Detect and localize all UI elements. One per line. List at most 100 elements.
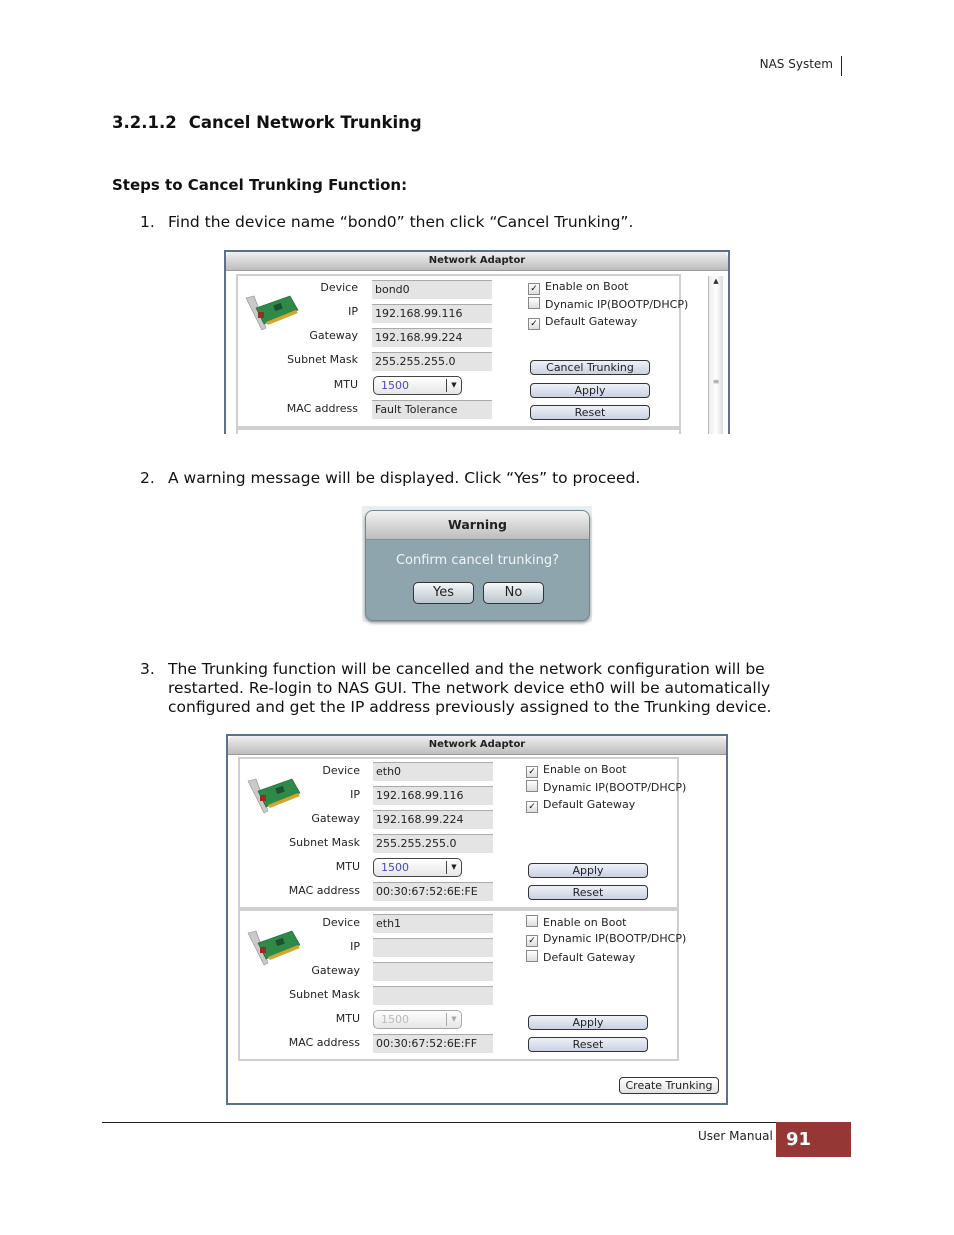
checkbox-unchecked-icon <box>526 780 538 792</box>
section-title: Cancel Network Trunking <box>188 113 422 132</box>
chevron-down-icon: ▼ <box>446 861 461 874</box>
default-gateway-checkbox[interactable]: ✓ Default Gateway <box>528 315 637 330</box>
ip-field[interactable] <box>373 938 493 957</box>
checkbox-checked-icon: ✓ <box>526 766 538 778</box>
header-product-name: NAS System <box>760 56 842 76</box>
apply-button[interactable]: Apply <box>530 383 650 398</box>
mtu-label: MTU <box>335 860 360 873</box>
checkbox-checked-icon: ✓ <box>528 318 540 330</box>
step-3: 3. The Trunking function will be cancell… <box>140 660 808 717</box>
mac-field[interactable]: Fault Tolerance <box>372 400 492 419</box>
enable-on-boot-checkbox[interactable]: ✓ Enable on Boot <box>528 280 628 295</box>
steps-heading: Steps to Cancel Trunking Function: <box>112 176 408 194</box>
step-text: The Trunking function will be cancelled … <box>168 660 772 716</box>
no-button[interactable]: No <box>483 582 544 604</box>
apply-button[interactable]: Apply <box>528 863 648 878</box>
step-2: 2. A warning message will be displayed. … <box>140 469 808 488</box>
step-number: 3. <box>140 660 155 678</box>
ip-field[interactable]: 192.168.99.116 <box>373 786 493 805</box>
step-number: 2. <box>140 469 155 487</box>
checkbox-checked-icon: ✓ <box>526 935 538 947</box>
device-field[interactable]: eth1 <box>373 914 493 933</box>
device-label: Device <box>320 281 358 294</box>
device-label: Device <box>322 764 360 777</box>
gateway-field[interactable]: 192.168.99.224 <box>372 328 492 347</box>
reset-button[interactable]: Reset <box>528 1037 648 1052</box>
footer-divider <box>102 1122 851 1123</box>
warning-title: Warning <box>366 511 589 540</box>
adapter-panel-eth1: Device eth1 IP Gateway Subnet Mask MTU 1… <box>238 909 686 1061</box>
step-1: 1. Find the device name “bond0” then cli… <box>140 213 808 232</box>
gateway-label: Gateway <box>311 964 360 977</box>
mac-label: MAC address <box>288 1036 360 1049</box>
step-text: Find the device name “bond0” then click … <box>168 213 634 231</box>
cancel-trunking-button[interactable]: Cancel Trunking <box>530 360 650 375</box>
yes-button[interactable]: Yes <box>413 582 474 604</box>
footer-label: User Manual <box>698 1129 773 1143</box>
mac-field[interactable]: 00:30:67:52:6E:FE <box>373 882 493 901</box>
chevron-down-icon: ▼ <box>446 379 461 392</box>
create-trunking-button[interactable]: Create Trunking <box>619 1077 719 1094</box>
adapter-panel-next <box>236 428 681 434</box>
reset-button[interactable]: Reset <box>528 885 648 900</box>
enable-on-boot-checkbox[interactable]: Enable on Boot <box>526 915 626 929</box>
device-label: Device <box>322 916 360 929</box>
subnet-field[interactable]: 255.255.255.0 <box>372 352 492 371</box>
subnet-field[interactable] <box>373 986 493 1005</box>
checkbox-label: Enable on Boot <box>543 916 627 929</box>
scroll-up-icon[interactable]: ▲ <box>709 276 723 286</box>
checkbox-unchecked-icon <box>528 297 540 309</box>
window-title: Network Adaptor <box>228 736 726 755</box>
dynamic-ip-checkbox[interactable]: Dynamic IP(BOOTP/DHCP) <box>528 297 688 311</box>
mtu-label: MTU <box>333 378 358 391</box>
warning-message: Confirm cancel trunking? <box>395 553 560 568</box>
warning-dialog: Warning Confirm cancel trunking? Yes No <box>365 510 590 621</box>
checkbox-checked-icon: ✓ <box>528 283 540 295</box>
mtu-value: 1500 <box>381 861 409 874</box>
step-number: 1. <box>140 213 155 231</box>
mtu-select[interactable]: 1500 ▼ <box>373 858 462 877</box>
default-gateway-checkbox[interactable]: ✓ Default Gateway <box>526 798 635 813</box>
checkbox-label: Dynamic IP(BOOTP/DHCP) <box>543 932 687 945</box>
mtu-select-disabled[interactable]: 1500 ▼ <box>373 1010 462 1029</box>
subnet-field[interactable]: 255.255.255.0 <box>373 834 493 853</box>
mtu-value: 1500 <box>381 379 409 392</box>
ip-label: IP <box>350 788 360 801</box>
subnet-label: Subnet Mask <box>289 988 360 1001</box>
checkbox-label: Default Gateway <box>543 951 636 964</box>
checkbox-label: Default Gateway <box>545 315 638 328</box>
device-field[interactable]: eth0 <box>373 762 493 781</box>
ip-field[interactable]: 192.168.99.116 <box>372 304 492 323</box>
mtu-label: MTU <box>335 1012 360 1025</box>
reset-button[interactable]: Reset <box>530 405 650 420</box>
device-field[interactable]: bond0 <box>372 280 492 299</box>
adapter-panel-bond0: Device bond0 IP 192.168.99.116 Gateway 1… <box>236 274 688 428</box>
dynamic-ip-checkbox[interactable]: ✓ Dynamic IP(BOOTP/DHCP) <box>526 932 686 947</box>
page-number: 91 <box>776 1122 851 1157</box>
mac-field[interactable]: 00:30:67:52:6E:FF <box>373 1034 493 1053</box>
ip-label: IP <box>348 305 358 318</box>
section-number: 3.2.1.2 <box>112 113 177 132</box>
mtu-select[interactable]: 1500 ▼ <box>373 376 462 395</box>
enable-on-boot-checkbox[interactable]: ✓ Enable on Boot <box>526 763 626 778</box>
gateway-label: Gateway <box>309 329 358 342</box>
gateway-field[interactable] <box>373 962 493 981</box>
chevron-down-icon: ▼ <box>446 1013 461 1026</box>
warning-dialog-screenshot: Warning Confirm cancel trunking? Yes No <box>362 506 592 622</box>
mac-label: MAC address <box>286 402 358 415</box>
window-title: Network Adaptor <box>226 252 728 271</box>
scrollbar[interactable]: ▲ ≡ <box>708 276 723 434</box>
subnet-label: Subnet Mask <box>289 836 360 849</box>
subnet-label: Subnet Mask <box>287 353 358 366</box>
checkbox-checked-icon: ✓ <box>526 801 538 813</box>
network-adaptor-window-eth: Network Adaptor Device eth0 IP 192.168.9… <box>226 734 728 1105</box>
scroll-grip-icon[interactable]: ≡ <box>709 378 723 386</box>
checkbox-label: Enable on Boot <box>545 280 629 293</box>
dynamic-ip-checkbox[interactable]: Dynamic IP(BOOTP/DHCP) <box>526 780 686 794</box>
adapter-panel-eth0: Device eth0 IP 192.168.99.116 Gateway 19… <box>238 757 686 909</box>
apply-button[interactable]: Apply <box>528 1015 648 1030</box>
gateway-field[interactable]: 192.168.99.224 <box>373 810 493 829</box>
default-gateway-checkbox[interactable]: Default Gateway <box>526 950 635 964</box>
checkbox-label: Dynamic IP(BOOTP/DHCP) <box>543 781 687 794</box>
section-heading: 3.2.1.2 Cancel Network Trunking <box>112 113 422 132</box>
